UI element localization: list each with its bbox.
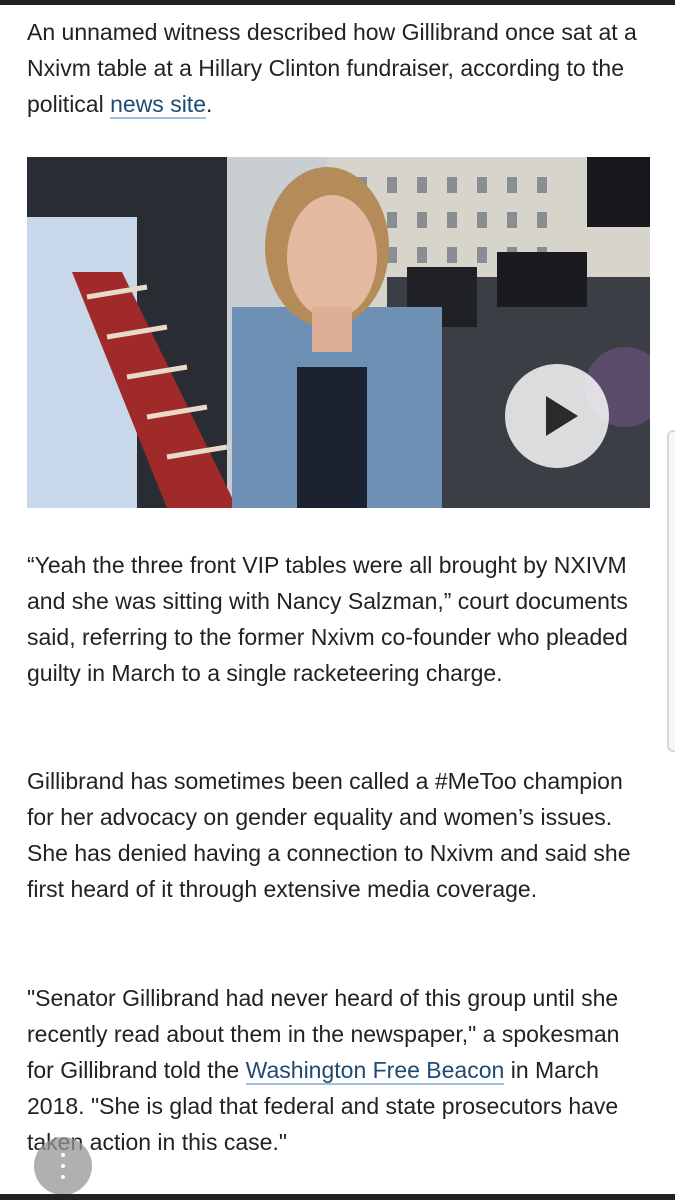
scroll-handle[interactable] bbox=[667, 430, 675, 752]
play-icon bbox=[546, 396, 578, 436]
more-options-button[interactable] bbox=[34, 1137, 92, 1195]
play-button[interactable] bbox=[505, 364, 609, 468]
article-paragraph-3: Gillibrand has sometimes been called a #… bbox=[27, 768, 631, 902]
paragraph-1-end: . bbox=[205, 91, 213, 117]
article-paragraph-4: "Senator Gillibrand had never heard of t… bbox=[27, 980, 652, 1160]
navigation-bar-edge bbox=[0, 1194, 675, 1200]
article-paragraph-1: An unnamed witness described how Gillibr… bbox=[27, 14, 652, 122]
washington-free-beacon-link[interactable]: Washington Free Beacon bbox=[245, 1057, 505, 1085]
article-paragraph-2: “Yeah the three front VIP tables were al… bbox=[27, 552, 628, 686]
status-bar-edge bbox=[0, 0, 675, 5]
article-video-thumbnail[interactable] bbox=[27, 157, 650, 508]
news-site-link[interactable]: news site bbox=[110, 91, 206, 119]
